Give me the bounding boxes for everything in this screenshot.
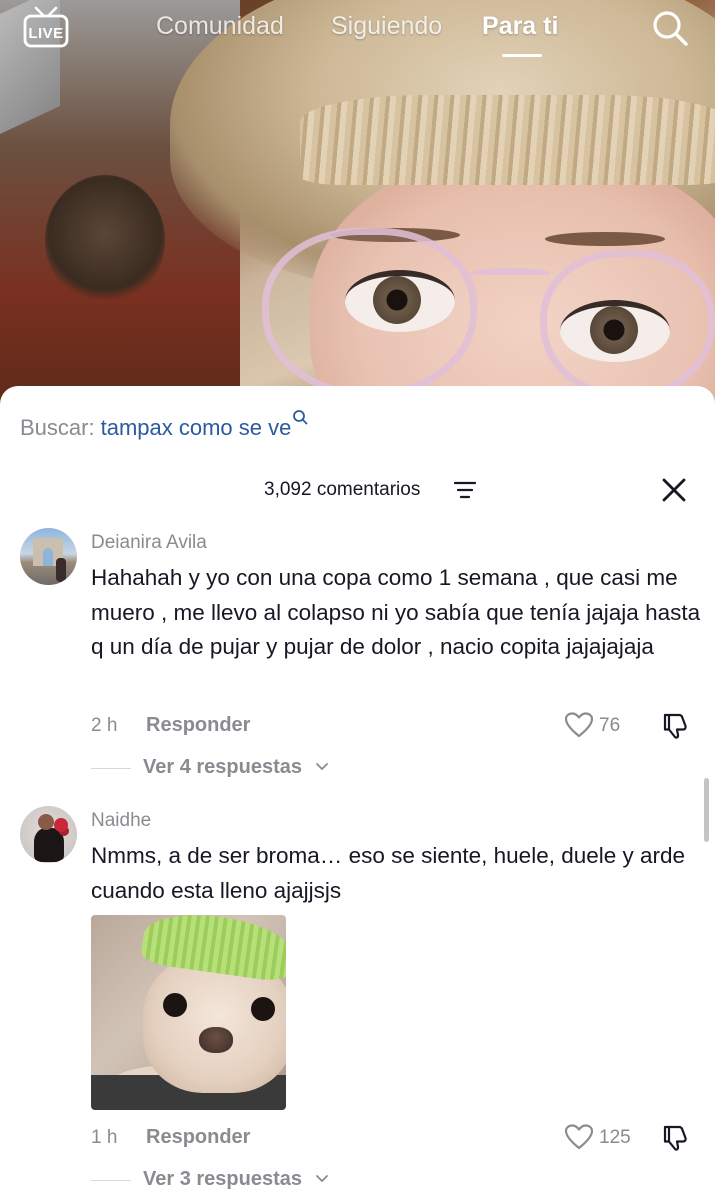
avatar-person xyxy=(56,558,66,582)
reply-button[interactable]: Responder xyxy=(146,714,250,737)
like-count: 76 xyxy=(599,715,621,736)
person-bangs xyxy=(300,95,715,185)
like-count: 125 xyxy=(599,1127,631,1148)
comment-username[interactable]: Deianira Avila xyxy=(91,532,207,554)
puppy-eye xyxy=(251,997,275,1021)
live-button[interactable]: LIVE xyxy=(22,6,70,48)
puppy-eye xyxy=(163,993,187,1017)
puppy-image[interactable] xyxy=(91,915,286,1110)
search-suggestion-query[interactable]: tampax como se ve xyxy=(101,415,292,440)
search-suggestion-prefix: Buscar: xyxy=(20,415,95,440)
tab-siguiendo[interactable]: Siguiendo xyxy=(331,8,442,44)
comments-header: 3,092 comentarios xyxy=(0,472,715,506)
tab-comunidad[interactable]: Comunidad xyxy=(156,8,284,44)
background-plant xyxy=(45,175,165,305)
search-icon xyxy=(292,402,308,434)
search-icon xyxy=(653,11,688,46)
comment-time: 2 h xyxy=(91,715,118,736)
comment-meta: 1 h Responder 125 xyxy=(91,1124,701,1154)
live-label: LIVE xyxy=(28,25,64,42)
replies-divider xyxy=(91,768,131,769)
active-tab-indicator xyxy=(502,54,542,57)
comment-item: Deianira Avila Hahahah y yo con una copa… xyxy=(0,526,715,786)
sort-icon[interactable] xyxy=(454,481,476,499)
glasses-bridge xyxy=(470,268,550,278)
avatar-body xyxy=(34,828,64,862)
comment-meta: 2 h Responder 76 xyxy=(91,712,701,742)
scrollbar[interactable] xyxy=(704,778,709,842)
comments-sheet: Buscar: tampax como se ve 3,092 comentari… xyxy=(0,386,715,1199)
comment-time: 1 h xyxy=(91,1127,118,1148)
left-iris xyxy=(373,276,421,324)
view-replies-button[interactable]: Ver 4 respuestas xyxy=(91,754,391,782)
chevron-down-icon xyxy=(316,763,328,770)
avatar-flowers xyxy=(54,818,68,832)
top-navigation: LIVE Comunidad Siguiendo Para ti xyxy=(0,0,715,70)
comment-username[interactable]: Naidhe xyxy=(91,810,151,832)
reply-button[interactable]: Responder xyxy=(146,1126,250,1149)
comment-item: Naidhe Nmms, a de ser broma… eso se sien… xyxy=(0,804,715,1199)
view-replies-button[interactable]: Ver 3 respuestas xyxy=(91,1166,391,1194)
avatar-head xyxy=(38,814,54,830)
search-button[interactable] xyxy=(650,8,690,48)
avatar[interactable] xyxy=(20,528,77,585)
dislike-icon[interactable] xyxy=(661,712,689,740)
comment-text: Nmms, a de ser broma… eso se siente, hue… xyxy=(91,843,686,903)
search-suggestion[interactable]: Buscar: tampax como se ve xyxy=(20,410,308,444)
puppy-nose xyxy=(199,1027,233,1053)
dislike-icon[interactable] xyxy=(661,1124,689,1152)
view-replies-label: Ver 3 respuestas xyxy=(143,1168,302,1190)
right-eyebrow xyxy=(545,232,665,246)
replies-divider xyxy=(91,1180,131,1181)
left-glasses-lens xyxy=(262,228,477,398)
chevron-down-icon xyxy=(316,1175,328,1182)
right-iris xyxy=(590,306,638,354)
tab-para-ti[interactable]: Para ti xyxy=(482,8,558,44)
view-replies-label: Ver 4 respuestas xyxy=(143,756,302,778)
heart-icon[interactable] xyxy=(565,712,593,738)
comment-count: 3,092 comentarios xyxy=(264,479,421,500)
avatar[interactable] xyxy=(20,806,77,863)
heart-icon[interactable] xyxy=(565,1124,593,1150)
close-icon[interactable] xyxy=(660,476,688,504)
comment-text: Hahahah y yo con una copa como 1 semana … xyxy=(91,565,701,659)
